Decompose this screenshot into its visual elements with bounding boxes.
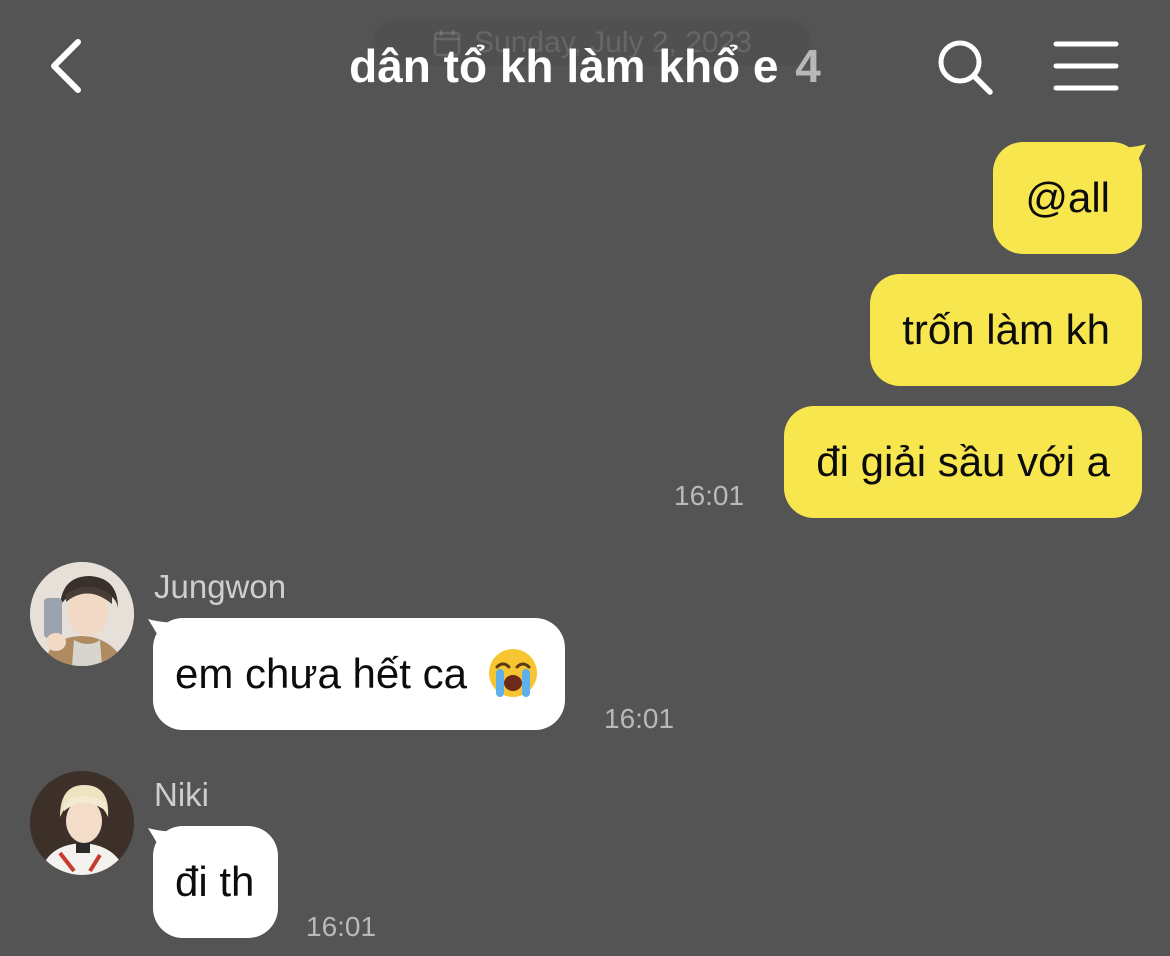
user-photo-icon [30, 771, 134, 875]
menu-button[interactable] [1052, 40, 1120, 92]
sender-name: Jungwon [154, 568, 287, 605]
message-text: em chưa hết ca [175, 650, 467, 697]
avatar[interactable] [30, 562, 134, 666]
message-timestamp: 16:01 [604, 703, 675, 734]
chat-name: dân tổ kh làm khổ e [349, 40, 779, 92]
chat-title: dân tổ kh làm khổ e 4 [250, 36, 920, 96]
outgoing-message[interactable]: trốn làm kh [870, 274, 1142, 386]
incoming-message[interactable]: đi th [153, 826, 279, 938]
avatar[interactable] [30, 771, 134, 875]
outgoing-message[interactable]: @all [993, 142, 1142, 254]
incoming-message[interactable]: em chưa hết ca [153, 618, 565, 730]
message-timestamp: 16:01 [674, 480, 745, 511]
back-button[interactable] [40, 36, 96, 96]
search-button[interactable] [934, 36, 996, 98]
outgoing-message[interactable]: đi giải sầu với a [784, 406, 1142, 518]
sender-name: Niki [154, 776, 209, 813]
message-text: đi th [175, 858, 255, 905]
member-count: 4 [795, 40, 821, 92]
chat-screen: Sunday, July 2, 2023 dân tổ kh làm khổ e… [0, 0, 1170, 956]
chevron-left-icon [51, 39, 81, 93]
loudly-crying-face-icon [488, 648, 537, 697]
message-text: đi giải sầu với a [816, 438, 1110, 485]
hamburger-menu-icon [1053, 41, 1119, 91]
user-photo-icon [30, 562, 134, 666]
message-text: trốn làm kh [902, 306, 1110, 353]
search-icon [938, 40, 993, 95]
message-timestamp: 16:01 [306, 911, 377, 942]
message-text: @all [1025, 174, 1110, 221]
